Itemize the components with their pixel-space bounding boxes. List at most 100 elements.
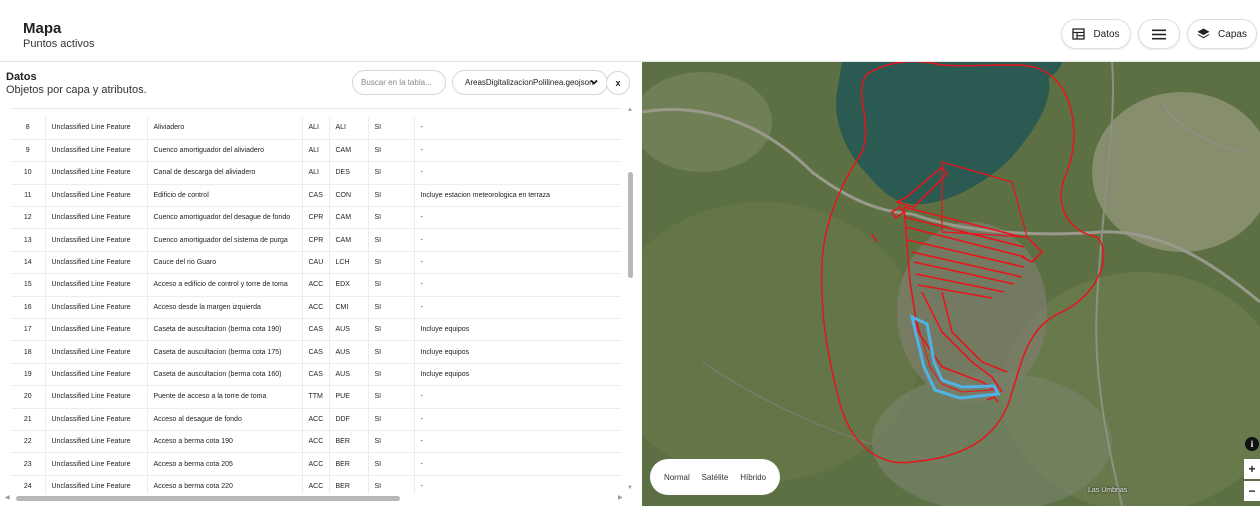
- page-subtitle: Puntos activos: [23, 38, 95, 50]
- table-row[interactable]: 11 Unclassified Line Feature Edificio de c…: [11, 184, 621, 208]
- table-cell: ACC: [302, 475, 330, 494]
- table-cell: ACC: [302, 296, 330, 320]
- table-cell: Acceso a berma cota 190: [147, 430, 303, 454]
- table-cell: SI: [368, 184, 415, 208]
- attribute-table: 8 Unclassified Line Feature Aliviadero ALI A…: [11, 108, 621, 494]
- capas-button[interactable]: Capas: [1187, 19, 1257, 49]
- app-header: Mapa Puntos activos Datos Capas: [0, 0, 1260, 62]
- map-type-satellite[interactable]: Satélite: [702, 473, 729, 482]
- table-cell: ACC: [302, 452, 330, 476]
- table-cell: -: [414, 430, 621, 454]
- table-row[interactable]: 12 Unclassified Line Feature Cuenco amorti…: [11, 206, 621, 230]
- vertical-scroll-thumb[interactable]: [628, 172, 633, 278]
- table-cell: CAM: [329, 139, 369, 163]
- table-cell: Incluye estacion meteorologica en terraz…: [414, 184, 621, 208]
- table-cell: BER: [329, 430, 369, 454]
- table-cell: ALI: [302, 161, 330, 185]
- table-cell: ACC: [302, 430, 330, 454]
- table-cell: CPR: [302, 228, 330, 252]
- table-cell: Cuenco amortiguador del aliviadero: [147, 139, 303, 163]
- table-cell: 15: [11, 273, 46, 297]
- scroll-left-icon[interactable]: ◀: [5, 494, 10, 501]
- zoom-in-button[interactable]: +: [1244, 459, 1260, 479]
- table-cell: 8: [11, 117, 46, 140]
- zoom-out-button[interactable]: −: [1244, 481, 1260, 501]
- datos-button-label: Datos: [1093, 28, 1120, 40]
- table-cell: Cuenco amortiguador del desague de fondo: [147, 206, 303, 230]
- table-row[interactable]: 15 Unclassified Line Feature Acceso a edif…: [11, 273, 621, 297]
- table-cell: Unclassified Line Feature: [45, 273, 148, 297]
- table-cell: 21: [11, 408, 46, 431]
- table-cell: Unclassified Line Feature: [45, 475, 148, 494]
- table-row[interactable]: 22 Unclassified Line Feature Acceso a berm…: [11, 430, 621, 454]
- map-type-selector: Normal Satélite Híbrido: [650, 459, 780, 495]
- horizontal-scroll-thumb[interactable]: [16, 496, 400, 501]
- menu-button[interactable]: [1138, 19, 1180, 49]
- table-cell: -: [414, 251, 621, 275]
- layer-select-value: AreasDigitalizacionPolilinea.geojson: [465, 78, 594, 87]
- table-row[interactable]: 8 Unclassified Line Feature Aliviadero ALI A…: [11, 117, 621, 140]
- table-cell: ALI: [329, 117, 369, 140]
- table-cell: CAM: [329, 206, 369, 230]
- scroll-right-icon[interactable]: ▶: [618, 494, 623, 501]
- table-cell: Caseta de auscultacion (berma cota 175): [147, 340, 303, 364]
- table-cell: CAU: [302, 251, 330, 275]
- table-cell: 20: [11, 385, 46, 409]
- table-row[interactable]: 23 Unclassified Line Feature Acceso a berm…: [11, 452, 621, 476]
- table-row[interactable]: 21 Unclassified Line Feature Acceso al des…: [11, 408, 621, 431]
- table-cell: Unclassified Line Feature: [45, 452, 148, 476]
- table-cell: SI: [368, 117, 415, 140]
- vertical-scrollbar[interactable]: [626, 108, 635, 494]
- table-row[interactable]: 16 Unclassified Line Feature Acceso desde …: [11, 296, 621, 320]
- table-cell: ACC: [302, 273, 330, 297]
- table-cell: Acceso a edificio de control y torre de …: [147, 273, 303, 297]
- layer-select[interactable]: AreasDigitalizacionPolilinea.geojson: [452, 70, 608, 95]
- table-row[interactable]: 9 Unclassified Line Feature Cuenco amortig…: [11, 139, 621, 163]
- table-row[interactable]: 14 Unclassified Line Feature Cauce del rio…: [11, 251, 621, 275]
- table-row[interactable]: 17 Unclassified Line Feature Caseta de aus…: [11, 318, 621, 342]
- table-cell: SI: [368, 139, 415, 163]
- close-panel-button[interactable]: x: [606, 71, 630, 95]
- table-cell: TTM: [302, 385, 330, 409]
- map-view[interactable]: Las Umbrias Normal Satélite Híbrido i + …: [642, 62, 1260, 506]
- map-type-hybrid[interactable]: Híbrido: [740, 473, 766, 482]
- table-cell: SI: [368, 228, 415, 252]
- scroll-up-icon[interactable]: ▲: [627, 107, 633, 113]
- table-cell: ALI: [302, 117, 330, 140]
- map-place-label: Las Umbrias: [1088, 487, 1128, 494]
- table-cell: -: [414, 139, 621, 163]
- table-cell: 10: [11, 161, 46, 185]
- table-cell: -: [414, 475, 621, 494]
- scroll-down-icon[interactable]: ▼: [627, 485, 633, 491]
- table-row[interactable]: 18 Unclassified Line Feature Caseta de aus…: [11, 340, 621, 364]
- table-cell: CAS: [302, 363, 330, 387]
- table-row[interactable]: 19 Unclassified Line Feature Caseta de aus…: [11, 363, 621, 387]
- table-cell: Unclassified Line Feature: [45, 139, 148, 163]
- table-cell: Unclassified Line Feature: [45, 408, 148, 431]
- table-row[interactable]: 13 Unclassified Line Feature Cuenco amorti…: [11, 228, 621, 252]
- table-cell: 24: [11, 475, 46, 494]
- table-cell: Unclassified Line Feature: [45, 318, 148, 342]
- table-search-input[interactable]: [352, 70, 446, 95]
- table-cell: -: [414, 273, 621, 297]
- table-cell: -: [414, 452, 621, 476]
- table-cell: 14: [11, 251, 46, 275]
- table-cell: CAS: [302, 318, 330, 342]
- panel-title: Datos: [6, 71, 37, 83]
- map-type-normal[interactable]: Normal: [664, 473, 690, 482]
- table-cell: Cuenco amortiguador del sistema de purga: [147, 228, 303, 252]
- table-cell: 12: [11, 206, 46, 230]
- table-row[interactable]: 24 Unclassified Line Feature Acceso a berm…: [11, 475, 621, 494]
- info-icon[interactable]: i: [1245, 437, 1259, 451]
- table-row[interactable]: 10 Unclassified Line Feature Canal de desc…: [11, 161, 621, 185]
- table-row[interactable]: 20 Unclassified Line Feature Puente de acc…: [11, 385, 621, 409]
- table-cell: Aliviadero: [147, 117, 303, 140]
- table-cell: Unclassified Line Feature: [45, 184, 148, 208]
- datos-button[interactable]: Datos: [1061, 19, 1131, 49]
- table-cell: 9: [11, 139, 46, 163]
- table-cell: CON: [329, 184, 369, 208]
- table-cell: BER: [329, 452, 369, 476]
- table-cell: 16: [11, 296, 46, 320]
- table-cell: 19: [11, 363, 46, 387]
- table-cell: Unclassified Line Feature: [45, 117, 148, 140]
